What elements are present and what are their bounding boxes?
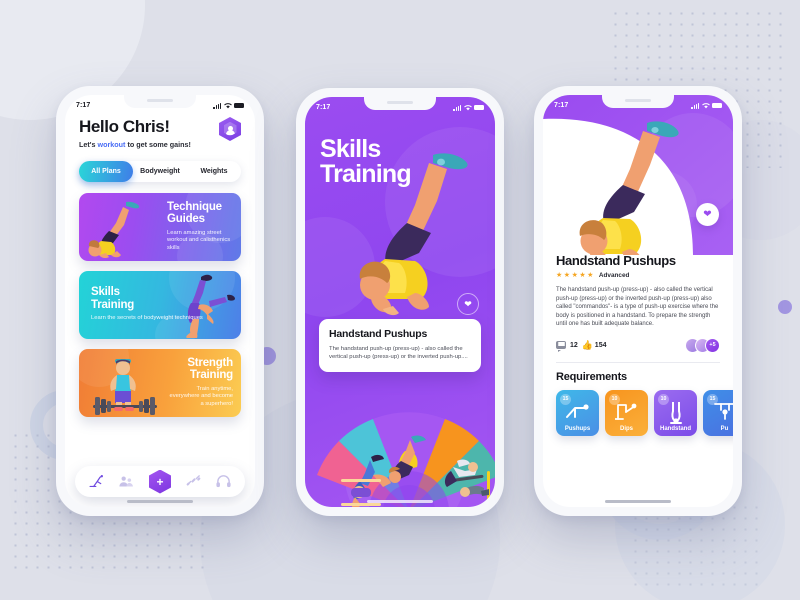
card-title-line2: Guides <box>167 213 205 226</box>
requirements-list: 15 Pushups 10 Dips 10 Handstand 15 Pu <box>556 389 733 436</box>
wifi-icon <box>223 102 232 108</box>
thumbs-up-icon[interactable]: 👍 <box>582 340 593 350</box>
signal-bars-icon <box>213 102 221 109</box>
favorite-button[interactable]: ❤ <box>696 203 719 226</box>
requirement-label: Dips <box>619 425 633 432</box>
requirement-label: Pushups <box>564 425 591 432</box>
handstand-illustration-icon <box>88 201 140 258</box>
star-icon: ★ <box>556 272 563 279</box>
dumbbell-icon[interactable] <box>185 473 202 490</box>
home-indicator <box>367 500 433 503</box>
tab-all-plans[interactable]: All Plans <box>79 160 133 182</box>
status-time: 7:17 <box>316 104 331 111</box>
phone-home-screen: 7:17 Hello Chris! Let's workout to get s… <box>56 86 264 516</box>
requirement-card-pushups[interactable]: 15 Pushups <box>556 389 599 436</box>
card-title-line1: Skills <box>91 286 120 299</box>
card-title-line2: Training <box>91 298 135 311</box>
home-indicator <box>127 500 193 503</box>
exercise-description: The handstand push-up (press-up) - also … <box>329 346 468 361</box>
detail-content: Handstand Pushups ★ ★ ★ ★ ★ Advanced The… <box>543 253 733 507</box>
plan-card-technique-guides[interactable]: Technique Guides Learn amazing street wor… <box>79 192 241 261</box>
status-time: 7:17 <box>554 102 569 109</box>
user-avatar-hexagon-icon[interactable] <box>219 117 241 141</box>
signal-bars-icon <box>691 102 699 109</box>
card-title-line1: Strength <box>187 356 233 369</box>
pullup-icon <box>713 403 733 420</box>
exercise-description: The handstand push-up (press-up) - also … <box>556 287 719 328</box>
tab-weights[interactable]: Weights <box>187 161 241 182</box>
card-title-line1: Technique <box>167 200 222 213</box>
avatar-overflow-count: +5 <box>705 337 720 353</box>
card-description: Train anytime, everywhere and become a s… <box>169 385 233 407</box>
page-title: Hello Chris! <box>79 117 170 136</box>
phone-exercise-detail-screen: 7:17 ❤ Handstand Pushups ★ ★ ★ ★ ★ Advan… <box>534 86 742 516</box>
plan-card-list: Technique Guides Learn amazing street wor… <box>79 192 241 417</box>
wifi-icon <box>701 102 710 108</box>
phone-notch <box>124 95 196 108</box>
star-icon: ★ <box>587 272 594 279</box>
exercise-title: Handstand Pushups <box>329 328 428 340</box>
comment-count: 12 <box>570 341 578 349</box>
like-count: 154 <box>594 341 607 349</box>
engagement-stats: 12 👍 154 +5 <box>556 337 720 353</box>
card-description: Learn the secrets of bodyweight techniqu… <box>91 315 203 322</box>
status-time: 7:17 <box>76 102 91 109</box>
plan-card-skills-training[interactable]: Skills Training Learn the secrets of body… <box>79 270 241 339</box>
requirement-label: Handstand <box>659 425 691 432</box>
difficulty-level: Advanced <box>598 271 630 279</box>
star-icon: ★ <box>563 272 571 279</box>
heart-icon: ❤ <box>464 298 472 309</box>
weightlifter-illustration-icon <box>93 358 157 415</box>
bg-accent-dot <box>778 300 792 314</box>
tab-bodyweight[interactable]: Bodyweight <box>133 161 187 182</box>
plan-card-strength-training[interactable]: Strength Training Train anytime, everywhe… <box>79 348 241 417</box>
requirement-card-pullups[interactable]: 15 Pu <box>703 389 733 436</box>
requirement-card-handstand[interactable]: 10 Handstand <box>654 389 697 436</box>
handstand-illustration-icon <box>579 121 679 255</box>
exercise-preview-card[interactable]: Handstand Pushups The handstand push-up … <box>319 319 481 372</box>
signal-bars-icon <box>453 104 461 111</box>
participant-avatars[interactable]: +5 <box>685 337 720 353</box>
heart-icon: ❤ <box>703 209 712 220</box>
star-icon: ★ <box>571 272 578 279</box>
headphones-icon[interactable] <box>215 473 232 490</box>
battery-icon <box>234 103 244 108</box>
star-icon: ★ <box>579 272 586 279</box>
card-description: Learn amazing street workout and calisth… <box>167 229 231 251</box>
phone-notch <box>602 95 674 108</box>
phone-notch <box>364 97 436 110</box>
gymnast-icon[interactable] <box>88 473 105 490</box>
greeting-subtitle: Let's workout to get some gains! <box>79 139 191 149</box>
requirement-card-dips[interactable]: 10 Dips <box>605 389 648 436</box>
home-indicator <box>605 500 671 503</box>
add-plus-hexagon-icon[interactable]: + <box>148 469 171 494</box>
phone-skills-training-screen: 7:17 Skills Training ❤ Handstand Pushups <box>296 88 504 516</box>
bottom-navigation-bar: + <box>75 466 245 497</box>
plan-filter-tabs: All Plans Bodyweight Weights <box>79 160 241 182</box>
rating-row: ★ ★ ★ ★ ★ Advanced <box>556 271 720 280</box>
section-divider <box>556 361 720 363</box>
handstand-icon <box>669 401 682 424</box>
community-icon[interactable] <box>118 473 135 490</box>
comment-bubble-icon[interactable] <box>556 341 566 352</box>
dips-icon <box>614 403 636 420</box>
requirements-heading: Requirements <box>556 370 627 383</box>
exercise-category-fan-illustration <box>317 412 495 507</box>
favorite-button[interactable]: ❤ <box>457 293 479 315</box>
exercise-title: Handstand Pushups <box>556 253 676 268</box>
pushup-icon <box>565 404 589 418</box>
card-title-line2: Training <box>189 369 233 382</box>
workout-link[interactable]: workout <box>98 140 126 149</box>
battery-icon <box>474 105 484 110</box>
battery-icon <box>712 103 722 108</box>
wifi-icon <box>463 104 472 110</box>
requirement-label: Pu <box>720 425 729 432</box>
